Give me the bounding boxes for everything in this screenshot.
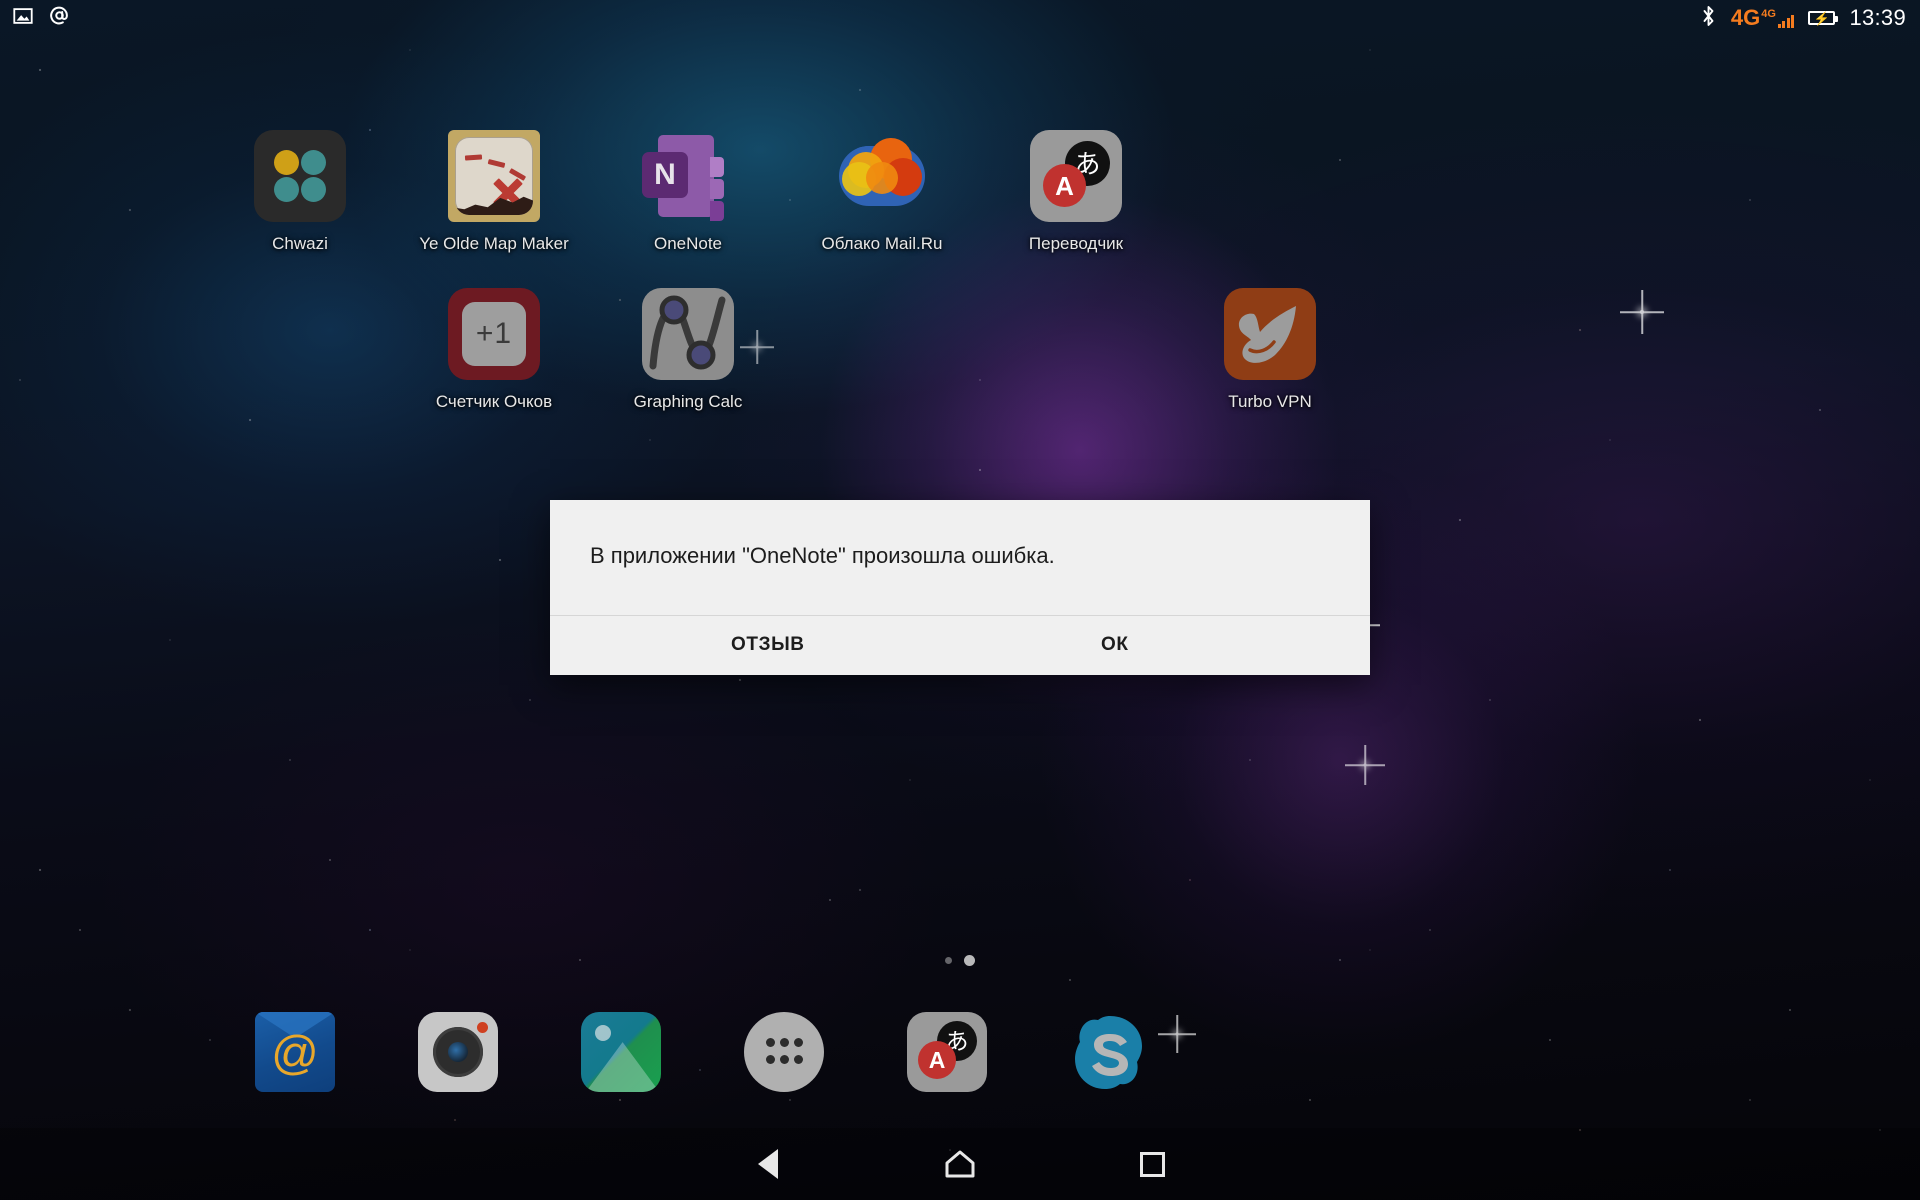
app-label: OneNote	[653, 234, 723, 253]
app-label: Счетчик Очков	[435, 392, 553, 411]
dock-item-skype-app[interactable]	[1070, 1012, 1150, 1092]
page-indicator[interactable]	[0, 955, 1920, 966]
app-icon-chwazi[interactable]: Chwazi	[225, 130, 375, 254]
dialog-message: В приложении "OneNote" произошла ошибка.	[590, 543, 1055, 568]
score-counter-text: +1	[462, 302, 526, 366]
dialog-button-row: ОТЗЫВ ОК	[550, 614, 1370, 675]
battery-charging-icon: ⚡	[1808, 11, 1839, 25]
app-icon-ye-olde-map-maker[interactable]: Ye Olde Map Maker	[419, 130, 569, 254]
onenote-letter: N	[642, 152, 688, 198]
dock-item-gallery-app[interactable]	[581, 1012, 661, 1092]
screenshot-icon	[12, 5, 34, 32]
app-label: Переводчик	[1028, 234, 1124, 253]
mail-ru-cloud-icon	[836, 130, 928, 222]
chwazi-icon	[254, 130, 346, 222]
error-dialog: В приложении "OneNote" произошла ошибка.…	[550, 500, 1370, 675]
recents-square-icon	[1139, 1151, 1165, 1177]
onenote-icon: N	[642, 130, 734, 222]
camera-lens	[433, 1027, 483, 1077]
camera-led	[477, 1022, 488, 1033]
dock-item-app-drawer[interactable]	[744, 1012, 824, 1092]
app-icon-oblako-mail-ru[interactable]: Облако Mail.Ru	[807, 130, 957, 254]
app-label: Ye Olde Map Maker	[419, 234, 569, 253]
status-bar[interactable]: 4G 4G ⚡ 13:39	[0, 0, 1920, 36]
bluetooth-icon	[1700, 4, 1717, 33]
home-icon	[945, 1150, 975, 1178]
translator-latin-char: A	[918, 1041, 956, 1079]
dock-item-translator-app[interactable]: あ A	[907, 1012, 987, 1092]
translator-icon: あ A	[1030, 130, 1122, 222]
translator-latin-char: A	[1043, 164, 1086, 207]
app-label: Chwazi	[272, 234, 328, 253]
map-maker-icon	[448, 130, 540, 222]
signal-strength-icon	[1777, 15, 1795, 28]
back-button[interactable]	[708, 1128, 828, 1200]
ok-button[interactable]: ОК	[1085, 624, 1145, 666]
dock-item-camera-app[interactable]	[418, 1012, 498, 1092]
app-icon-schetchik-ochkov[interactable]: +1 Счетчик Очков	[419, 288, 569, 412]
score-counter-icon: +1	[448, 288, 540, 380]
graphing-calc-icon	[642, 288, 734, 380]
network-type-indicator: 4G 4G	[1731, 7, 1795, 29]
app-icon-graphing-calc[interactable]: Graphing Calc	[613, 288, 763, 412]
recents-button[interactable]	[1092, 1128, 1212, 1200]
mail-at-icon	[48, 4, 71, 32]
app-icon-turbo-vpn[interactable]: Turbo VPN	[1195, 288, 1345, 412]
dock: @ あ A	[0, 1000, 1920, 1110]
page-dot-1[interactable]	[945, 957, 952, 964]
feedback-button[interactable]: ОТЗЫВ	[715, 624, 821, 666]
status-bar-clock: 13:39	[1849, 5, 1906, 30]
app-icon-onenote[interactable]: N OneNote	[613, 130, 763, 254]
turbo-vpn-icon	[1224, 288, 1316, 380]
skype-icon	[1075, 1016, 1142, 1089]
app-label: Turbo VPN	[1228, 392, 1312, 411]
back-triangle-icon	[758, 1149, 778, 1179]
navigation-bar	[0, 1128, 1920, 1200]
mail-ru-envelope-icon: @	[255, 1012, 335, 1092]
dock-item-mail-ru-app[interactable]: @	[255, 1012, 335, 1092]
app-icon-perevodchik[interactable]: あ A Переводчик	[1001, 130, 1151, 254]
home-button[interactable]	[900, 1128, 1020, 1200]
app-label: Облако Mail.Ru	[821, 234, 943, 253]
gallery-icon	[581, 1012, 661, 1092]
page-dot-2-active[interactable]	[964, 955, 975, 966]
at-symbol: @	[271, 1025, 319, 1079]
app-label: Graphing Calc	[633, 392, 743, 411]
